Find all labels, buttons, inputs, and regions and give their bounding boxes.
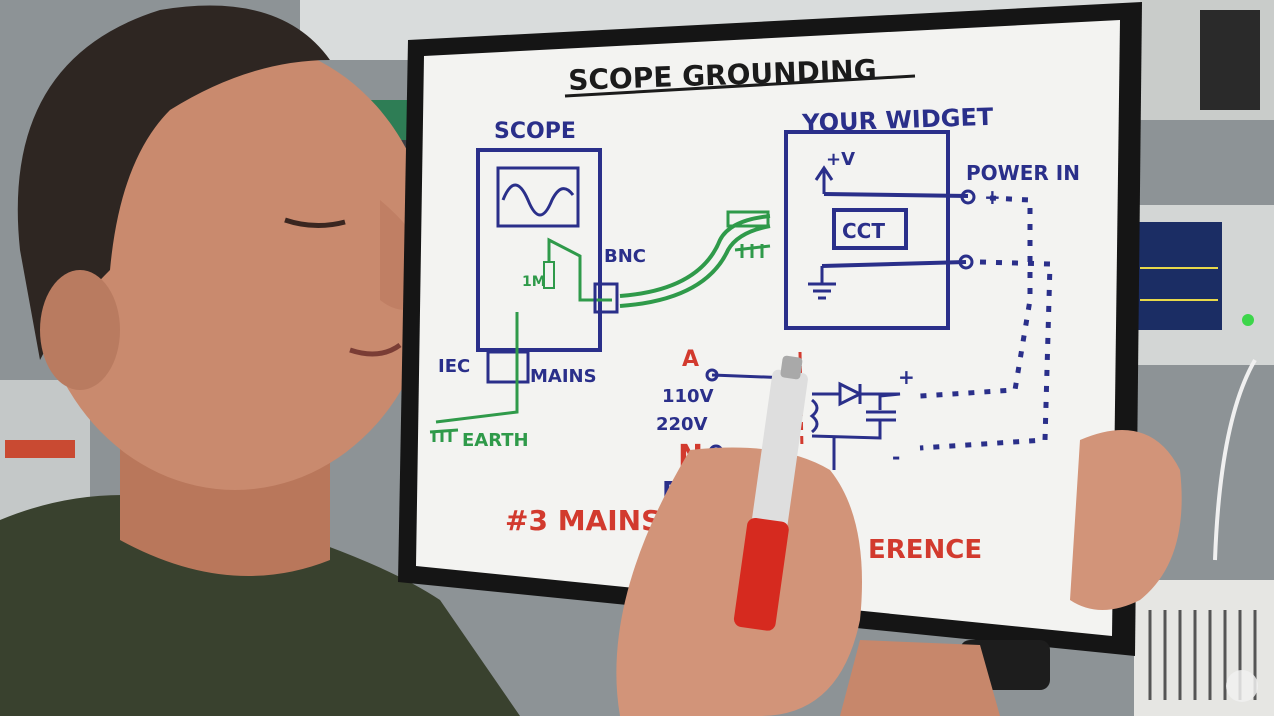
left-forearm: [840, 640, 1000, 716]
bench-item-red: [5, 440, 75, 458]
scope-led: [1242, 314, 1254, 326]
ear: [40, 270, 120, 390]
bottom-note-right: ERENCE: [868, 535, 982, 565]
rectifier-minus: -: [892, 445, 900, 469]
one-meg-label: 1M: [522, 274, 546, 290]
v110-label: 110V: [662, 386, 714, 407]
bnc-label: BNC: [604, 246, 646, 267]
bottom-note-left: #3 MAINS: [505, 504, 661, 537]
power-in-label: POWER IN: [966, 161, 1080, 185]
supply-rail: [823, 192, 969, 198]
oscilloscope-top-screen: [1200, 10, 1260, 110]
scope-label: SCOPE: [494, 119, 576, 144]
rectifier-plus: +: [898, 365, 915, 389]
plus-v-label: +V: [826, 149, 855, 170]
active-label: A: [682, 347, 699, 372]
cct-label: CCT: [842, 219, 885, 243]
v220-label: 220V: [656, 414, 708, 435]
oscilloscope-screen: [1138, 222, 1222, 330]
video-frame: SCOPE GROUNDING SCOPE 1M BNC IEC MAINS E…: [0, 0, 1274, 716]
channel-logo: [1226, 670, 1258, 702]
earth-label: EARTH: [462, 430, 529, 451]
mains-label: MAINS: [530, 366, 597, 387]
iec-label: IEC: [438, 356, 470, 377]
